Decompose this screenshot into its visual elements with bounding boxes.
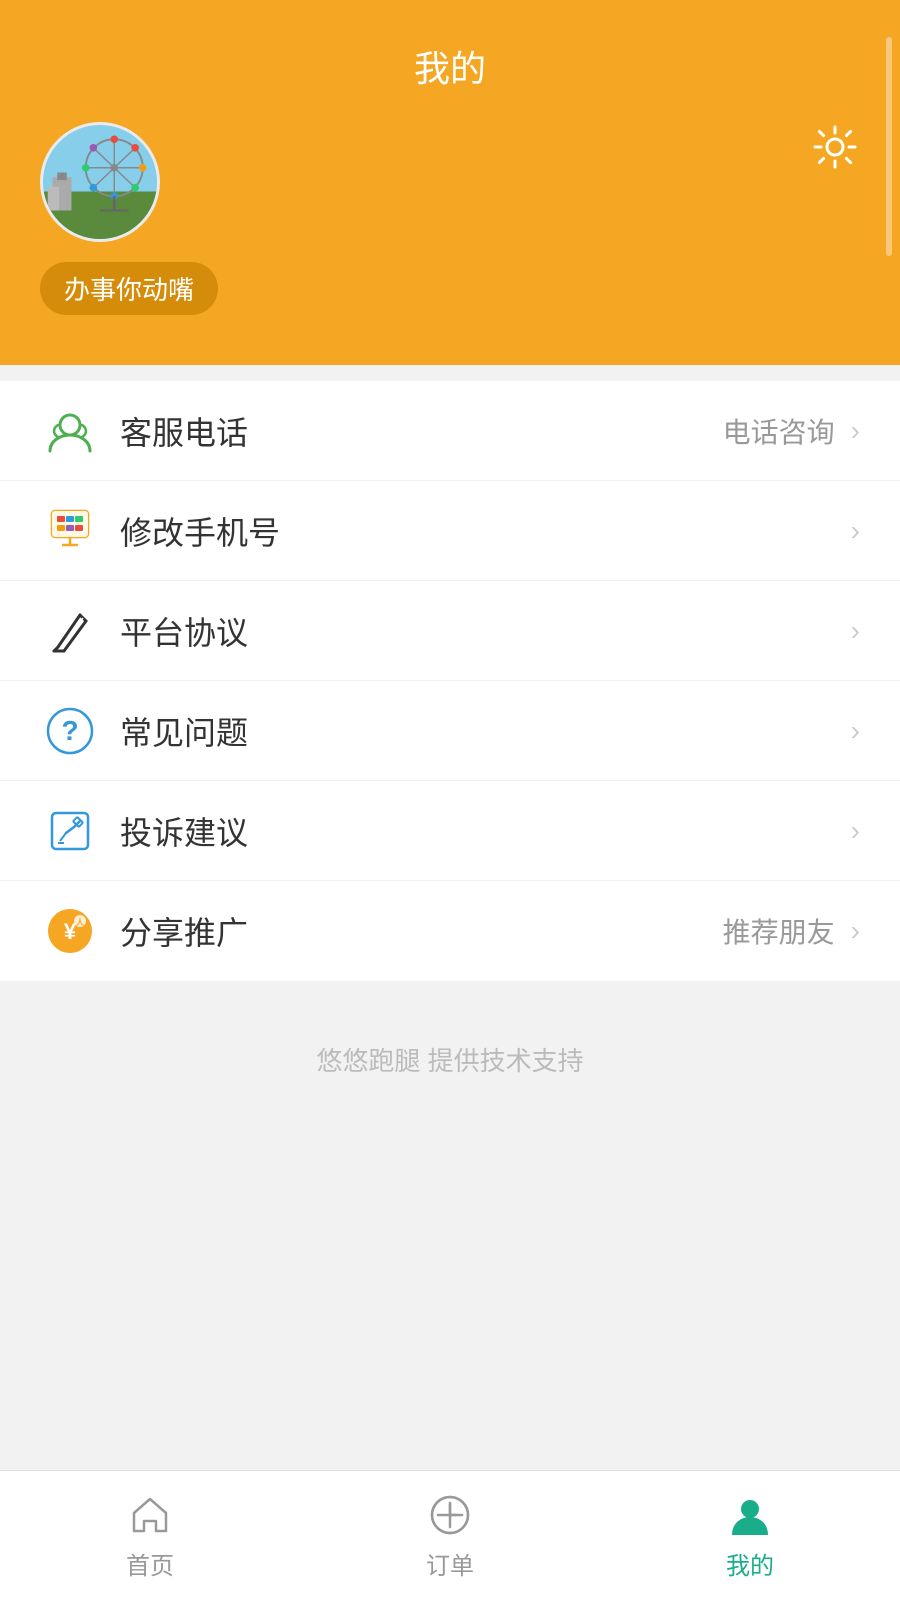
orders-tab-icon <box>425 1490 475 1540</box>
page-title: 我的 <box>40 40 860 92</box>
menu-section: 客服电话 电话咨询 › <box>0 381 900 981</box>
support-text: 悠悠跑腿 提供技术支持 <box>0 981 900 1138</box>
tab-home-label: 首页 <box>126 1546 174 1581</box>
chevron-icon-5: › <box>851 815 860 847</box>
chevron-icon: › <box>851 415 860 447</box>
menu-item-share[interactable]: ¥ 人 分享推广 推荐朋友 › <box>0 881 900 981</box>
chevron-icon-4: › <box>851 715 860 747</box>
home-tab-icon <box>125 1490 175 1540</box>
agreement-label: 平台协议 <box>120 608 851 654</box>
menu-item-customer-service[interactable]: 客服电话 电话咨询 › <box>0 381 900 481</box>
faq-icon: ? <box>40 701 100 761</box>
tab-bar: 首页 订单 我的 <box>0 1470 900 1600</box>
complaint-label: 投诉建议 <box>120 808 851 854</box>
tab-orders[interactable]: 订单 <box>300 1490 600 1581</box>
header-section: 我的 <box>0 0 900 365</box>
menu-item-faq[interactable]: ? 常见问题 › <box>0 681 900 781</box>
complaint-icon <box>40 801 100 861</box>
faq-label: 常见问题 <box>120 708 851 754</box>
menu-item-complaint[interactable]: 投诉建议 › <box>0 781 900 881</box>
mine-tab-icon <box>725 1490 775 1540</box>
tab-mine-label: 我的 <box>726 1546 774 1581</box>
scrollbar <box>886 37 892 256</box>
avatar[interactable] <box>40 122 160 242</box>
share-label: 分享推广 <box>120 908 723 954</box>
chevron-icon-6: › <box>851 915 860 947</box>
nickname-badge: 办事你动嘴 <box>40 262 218 315</box>
phone-icon <box>40 501 100 561</box>
svg-text:?: ? <box>61 715 78 746</box>
customer-service-label: 客服电话 <box>120 408 723 454</box>
chevron-icon-3: › <box>851 615 860 647</box>
share-sub: 推荐朋友 <box>723 911 835 951</box>
profile-row: 办事你动嘴 <box>40 122 860 315</box>
tab-orders-label: 订单 <box>426 1546 474 1581</box>
settings-button[interactable] <box>810 122 860 172</box>
chevron-icon-2: › <box>851 515 860 547</box>
menu-item-change-phone[interactable]: 修改手机号 › <box>0 481 900 581</box>
change-phone-label: 修改手机号 <box>120 508 851 554</box>
avatar-area: 办事你动嘴 <box>40 122 218 315</box>
tab-mine[interactable]: 我的 <box>600 1490 900 1581</box>
customer-service-icon <box>40 401 100 461</box>
svg-text:人: 人 <box>76 917 85 927</box>
agreement-icon <box>40 601 100 661</box>
menu-item-agreement[interactable]: 平台协议 › <box>0 581 900 681</box>
share-icon: ¥ 人 <box>40 901 100 961</box>
customer-service-sub: 电话咨询 <box>723 411 835 451</box>
tab-home[interactable]: 首页 <box>0 1490 300 1581</box>
